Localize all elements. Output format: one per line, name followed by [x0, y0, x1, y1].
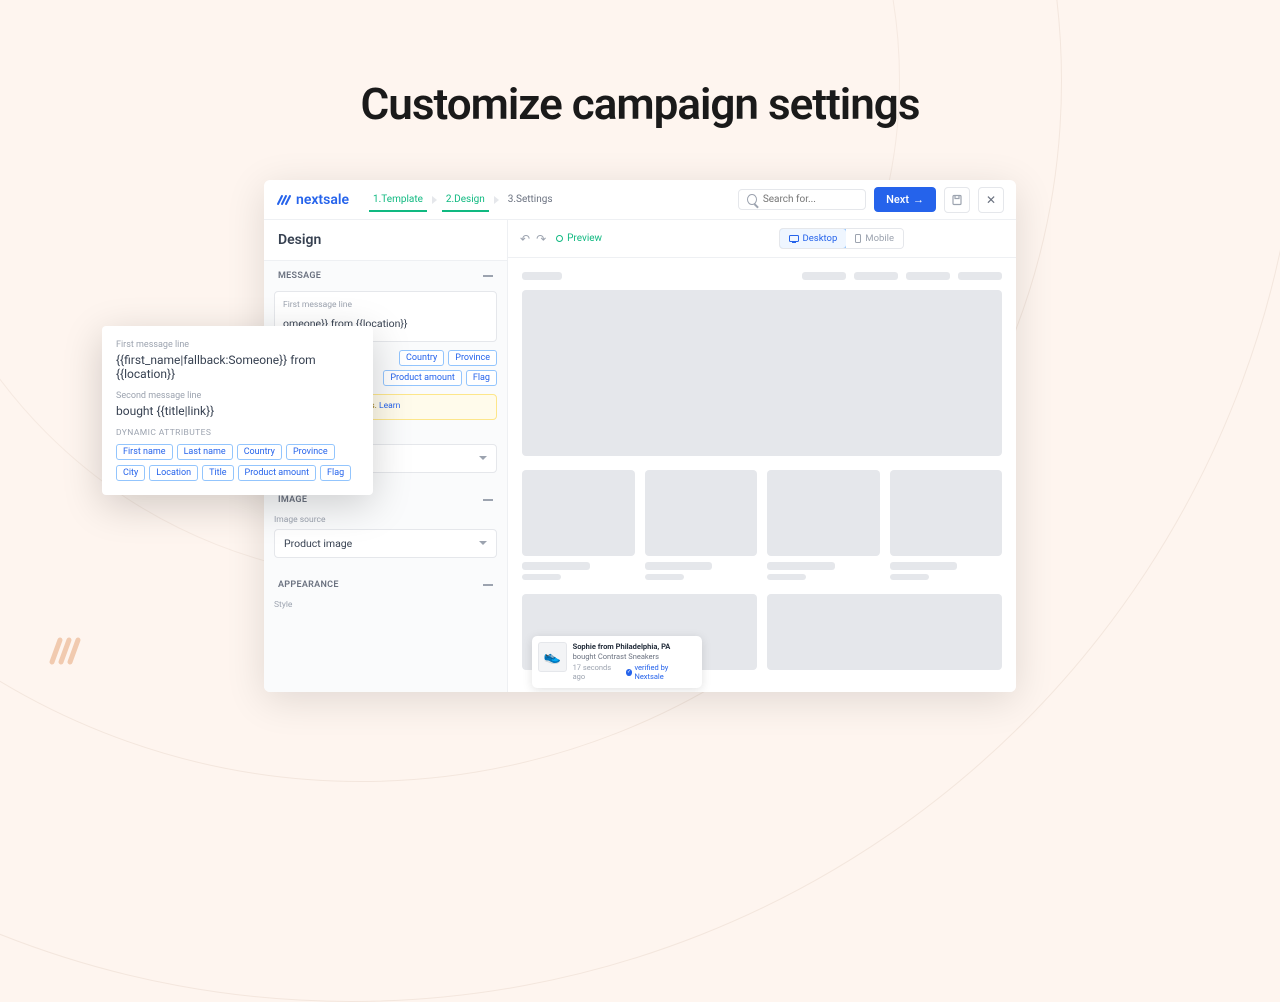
wizard-steps: 1.Template 2.Design 3.Settings: [363, 188, 563, 211]
step-template[interactable]: 1.Template: [363, 188, 433, 211]
style-label: Style: [274, 600, 497, 610]
tag-country[interactable]: Country: [237, 444, 282, 460]
attributes-popup: First message line {{first_name|fallback…: [102, 326, 373, 495]
tag-province[interactable]: Province: [286, 444, 335, 460]
notif-verified: ✓ verified by Nextsale: [626, 663, 696, 683]
mobile-icon: [855, 234, 861, 243]
collapse-icon: [483, 499, 493, 501]
popup-attrs-title: DYNAMIC ATTRIBUTES: [116, 428, 359, 438]
popup-first-label: First message line: [116, 340, 359, 350]
notif-subtitle: bought Contrast Sneakers: [573, 652, 696, 662]
next-button[interactable]: Next →: [874, 187, 936, 212]
chevron-down-icon: [479, 541, 487, 545]
collapse-icon: [483, 275, 493, 277]
tag-flag[interactable]: Flag: [320, 465, 351, 481]
search-icon: [747, 194, 757, 205]
step-design[interactable]: 2.Design: [436, 188, 495, 211]
chevron-down-icon: [479, 456, 487, 460]
desktop-icon: [789, 235, 799, 243]
watermark-icon: [48, 632, 84, 672]
tag-first-name[interactable]: First name: [116, 444, 173, 460]
first-line-label: First message line: [283, 300, 488, 310]
popup-first-value[interactable]: {{first_name|fallback:Someone}} from {{l…: [116, 353, 359, 381]
brand-logo[interactable]: nextsale: [276, 192, 349, 208]
tag-location[interactable]: Location: [149, 465, 198, 481]
collapse-icon: [483, 584, 493, 586]
image-source-select[interactable]: Product image: [274, 529, 497, 558]
redo-icon[interactable]: ↷: [536, 232, 546, 246]
search-input[interactable]: [738, 189, 866, 210]
preview-area: ↶ ↷ Preview Desktop Mobile: [508, 220, 1016, 692]
step-settings[interactable]: 3.Settings: [498, 188, 563, 211]
tag-product-amount[interactable]: Product amount: [383, 370, 462, 386]
notif-product-image: 👟: [538, 642, 567, 672]
device-desktop[interactable]: Desktop: [779, 228, 848, 249]
search-field[interactable]: [763, 194, 857, 205]
save-icon-button[interactable]: [944, 187, 970, 213]
topbar: nextsale 1.Template 2.Design 3.Settings …: [264, 180, 1016, 220]
undo-icon[interactable]: ↶: [520, 232, 530, 246]
preview-label: Preview: [556, 233, 602, 244]
device-toggle: Desktop Mobile: [779, 228, 904, 249]
tag-province[interactable]: Province: [448, 350, 497, 366]
notif-time: 17 seconds ago: [573, 663, 623, 683]
learn-link[interactable]: Learn: [379, 401, 400, 411]
check-badge-icon: ✓: [626, 669, 633, 676]
tag-product-amount[interactable]: Product amount: [238, 465, 317, 481]
tag-country[interactable]: Country: [399, 350, 444, 366]
logo-icon: [276, 192, 292, 208]
arrow-right-icon: →: [913, 193, 924, 206]
image-source-label: Image source: [274, 515, 497, 525]
tag-last-name[interactable]: Last name: [177, 444, 233, 460]
popup-second-label: Second message line: [116, 391, 359, 401]
close-icon-button[interactable]: ✕: [978, 187, 1004, 213]
tag-title[interactable]: Title: [202, 465, 233, 481]
section-message-head[interactable]: MESSAGE: [264, 261, 507, 291]
preview-dot-icon: [556, 235, 563, 242]
notification-preview: 👟 Sophie from Philadelphia, PA bought Co…: [532, 636, 702, 688]
preview-canvas: 👟 Sophie from Philadelphia, PA bought Co…: [508, 258, 1016, 692]
notif-title: Sophie from Philadelphia, PA: [573, 642, 696, 652]
hero-title: Customize campaign settings: [361, 78, 920, 130]
section-appearance-head[interactable]: APPEARANCE: [264, 570, 507, 600]
app-window: nextsale 1.Template 2.Design 3.Settings …: [264, 180, 1016, 692]
popup-second-value[interactable]: bought {{title|link}}: [116, 404, 359, 418]
tag-city[interactable]: City: [116, 465, 145, 481]
device-mobile[interactable]: Mobile: [846, 229, 903, 248]
design-title: Design: [264, 220, 507, 261]
brand-text: nextsale: [296, 192, 349, 208]
tag-flag[interactable]: Flag: [466, 370, 497, 386]
